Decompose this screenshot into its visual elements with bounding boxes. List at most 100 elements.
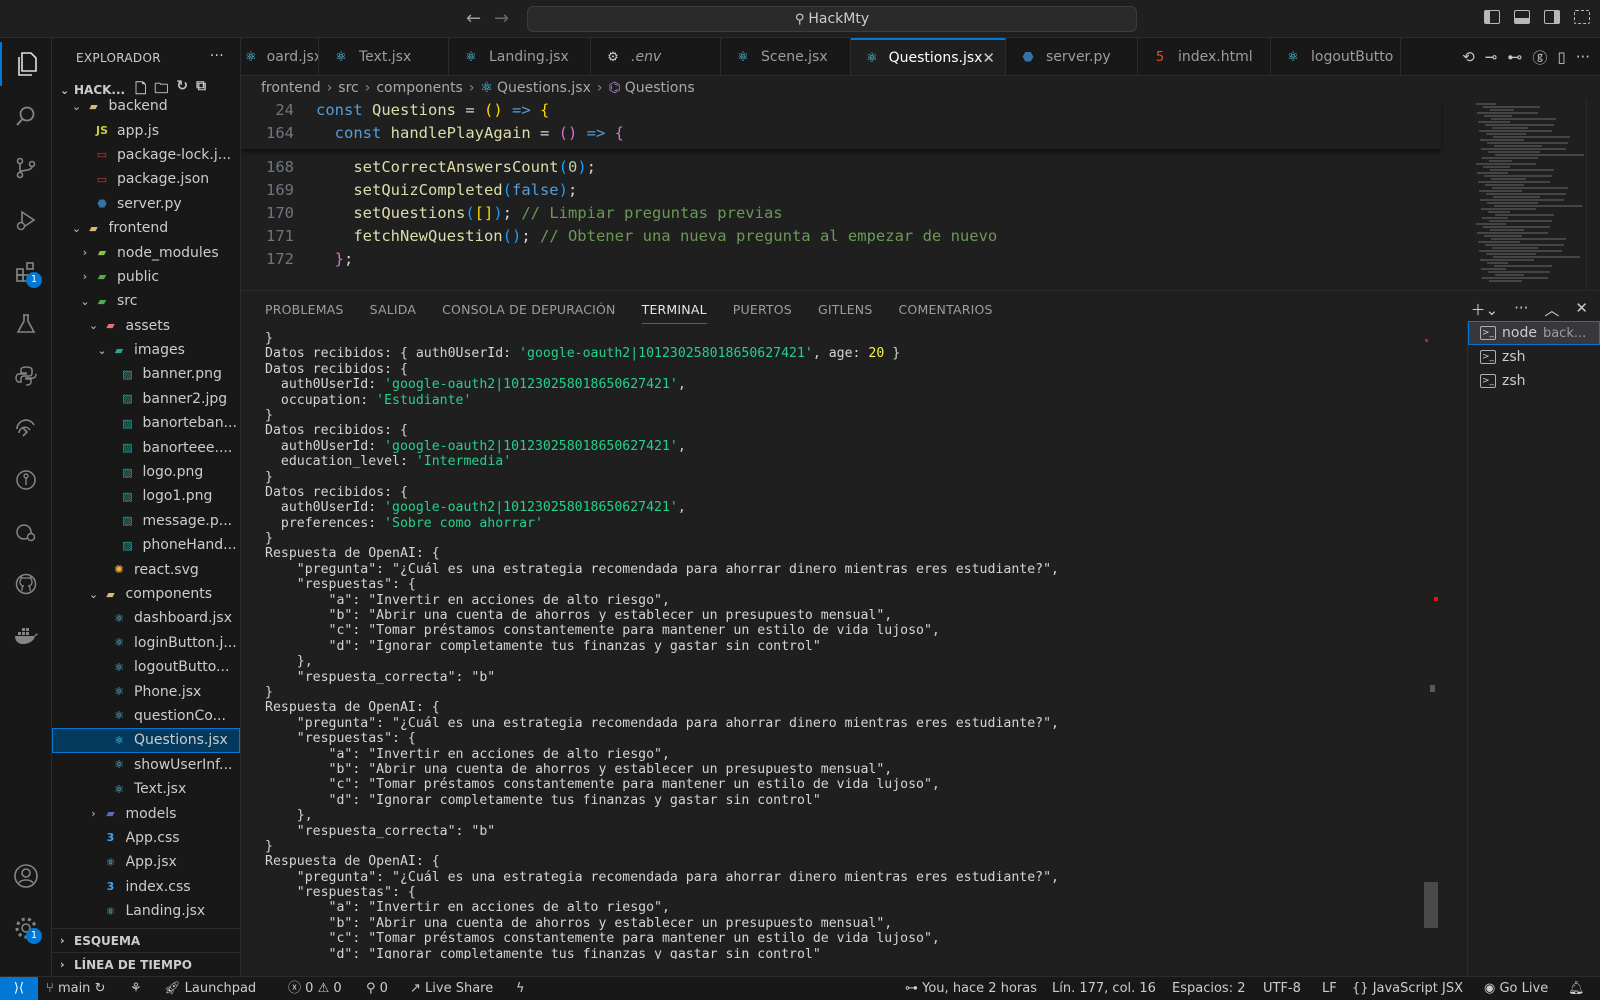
open-changes-icon[interactable]: ⊷ — [1507, 48, 1522, 66]
python-icon[interactable] — [0, 354, 52, 398]
tree-item[interactable]: ⌄ ▰ assets — [52, 314, 240, 338]
go-live-item[interactable]: ◉ Go Live — [1484, 977, 1548, 1000]
compare-icon[interactable]: ⟲ — [1462, 48, 1475, 66]
breadcrumb-item[interactable]: components — [376, 80, 463, 96]
explorer-icon[interactable] — [0, 42, 52, 86]
cursor-position[interactable]: Lín. 177, col. 16 — [1052, 977, 1156, 1000]
tab-5[interactable]: ⚛ Questions.jsx ✕ — [851, 38, 1006, 75]
tree-item[interactable]: ⚛ Text.jsx — [52, 777, 240, 801]
extensions-icon[interactable]: 1 — [0, 250, 52, 294]
new-terminal-plus-icon[interactable]: ＋⌄ — [1471, 299, 1499, 320]
more-actions-icon[interactable]: ··· — [1514, 299, 1528, 320]
toggle-primary-sidebar-icon[interactable] — [1484, 10, 1500, 24]
breadcrumb-item[interactable]: Questions — [625, 80, 695, 96]
account-icon[interactable] — [0, 854, 52, 898]
problems-item[interactable]: ⓧ 0 ⚠ 0 — [288, 977, 342, 1000]
customize-layout-icon[interactable] — [1574, 10, 1590, 24]
encoding[interactable]: UTF-8 — [1263, 977, 1301, 1000]
tree-item[interactable]: › ▰ node_modules — [52, 240, 240, 264]
tree-item[interactable]: ▨ logo1.png — [52, 484, 240, 508]
tree-item[interactable]: ▨ banner.png — [52, 362, 240, 386]
end-of-line[interactable]: LF — [1322, 977, 1337, 1000]
tree-item[interactable]: ✺ react.svg — [52, 557, 240, 581]
tree-item[interactable]: JS app.js — [52, 118, 240, 142]
remote-explorer-icon[interactable] — [0, 406, 52, 450]
back-arrow-icon[interactable]: ← — [466, 8, 481, 29]
branch-item[interactable]: ⑂ main ↻ — [46, 977, 105, 1000]
tree-item[interactable]: ▨ banorteban... — [52, 411, 240, 435]
tab-1[interactable]: ⚛ Text.jsx — [319, 38, 449, 75]
toggle-secondary-sidebar-icon[interactable] — [1544, 10, 1560, 24]
github-icon[interactable] — [0, 562, 52, 606]
tree-item[interactable]: ⌄ ▰ src — [52, 289, 240, 313]
live-share-item[interactable]: ↗ Live Share — [410, 977, 493, 1000]
terminal-scrollbar[interactable] — [1424, 331, 1438, 959]
tree-item[interactable]: ⚛ loginButton.j... — [52, 631, 240, 655]
split-editor-icon[interactable]: ▯ — [1557, 48, 1565, 66]
panel-tab-terminal[interactable]: TERMINAL — [641, 302, 707, 324]
language-mode[interactable]: {} JavaScript JSX — [1352, 977, 1463, 1000]
terminal-instance[interactable]: >_ zsh — [1468, 345, 1600, 369]
tab-8[interactable]: ⚛ logoutButto — [1271, 38, 1401, 75]
docker-icon[interactable] — [0, 614, 52, 658]
tree-item[interactable]: ⌄ ▰ images — [52, 338, 240, 362]
tab-4[interactable]: ⚛ Scene.jsx — [721, 38, 851, 75]
tree-item[interactable]: ▨ banorteee.... — [52, 435, 240, 459]
testing-flask-icon[interactable] — [0, 302, 52, 346]
tree-item[interactable]: ⚛ questionCo... — [52, 704, 240, 728]
tab-3[interactable]: ⚙ .env — [591, 38, 721, 75]
tree-item[interactable]: ⚛ logoutButto... — [52, 655, 240, 679]
forward-arrow-icon[interactable]: → — [494, 8, 509, 29]
gitlens-icon[interactable] — [0, 458, 52, 502]
tree-item[interactable]: ▭ package.json — [52, 167, 240, 191]
terminal-instance[interactable]: >_ node back... — [1468, 321, 1600, 345]
launchpad-item[interactable]: 🚀︎ Launchpad — [164, 977, 256, 1000]
tree-item[interactable]: ⚛ Phone.jsx — [52, 679, 240, 703]
tree-item[interactable]: ⌄ ▰ backend — [52, 94, 240, 118]
tree-item[interactable]: ⌄ ▰ components — [52, 582, 240, 606]
terminal-output[interactable]: } Datos recibidos: { auth0UserId: 'google… — [265, 331, 1415, 959]
close-panel-icon[interactable]: ✕ — [1575, 299, 1588, 320]
ports-item[interactable]: ⚲ 0 — [366, 977, 388, 1000]
panel-tab-problemas[interactable]: PROBLEMAS — [265, 302, 344, 317]
gitlens-graph-icon[interactable]: ⓖ — [1532, 47, 1547, 68]
outline-section[interactable]: › ESQUEMA — [52, 928, 240, 952]
breadcrumb-item[interactable]: Questions.jsx — [497, 80, 591, 96]
tab-2[interactable]: ⚛ Landing.jsx — [449, 38, 591, 75]
tree-item[interactable]: ▭ package-lock.j... — [52, 143, 240, 167]
toggle-panel-icon[interactable] — [1514, 10, 1530, 24]
tree-item[interactable]: ▨ banner2.jpg — [52, 387, 240, 411]
lightning-icon[interactable]: ϟ — [516, 977, 525, 1000]
more-actions-icon[interactable]: ··· — [210, 48, 224, 64]
breadcrumb-item[interactable]: frontend — [261, 80, 321, 96]
tree-item[interactable]: ⬣ server.py — [52, 192, 240, 216]
tree-item[interactable]: ⚛ showUserInf... — [52, 753, 240, 777]
panel-tab-salida[interactable]: SALIDA — [370, 302, 417, 317]
gitlens-inspect-icon[interactable] — [0, 510, 52, 554]
terminal-instance[interactable]: >_ zsh — [1468, 369, 1600, 393]
tree-item[interactable]: ⚛ Landing.jsx — [52, 899, 240, 923]
scroll-thumb[interactable] — [1424, 882, 1438, 928]
blame-item[interactable]: ⊶ You, hace 2 horas — [905, 977, 1037, 1000]
close-icon[interactable]: ✕ — [982, 49, 995, 67]
tab-7[interactable]: 5 index.html — [1138, 38, 1271, 75]
gitlens-status-icon[interactable]: ⚘ — [130, 977, 142, 1000]
tab-6[interactable]: ⬣ server.py — [1006, 38, 1138, 75]
settings-gear-icon[interactable]: 1 — [0, 906, 52, 950]
code-editor[interactable]: 24 const Questions = () => {164 const han… — [241, 99, 1600, 289]
tree-item[interactable]: ⌄ ▰ frontend — [52, 216, 240, 240]
tree-item[interactable]: ▨ phoneHand... — [52, 533, 240, 557]
tree-item[interactable]: ▨ message.p... — [52, 509, 240, 533]
timeline-section[interactable]: › LÍNEA DE TIEMPO — [52, 952, 240, 976]
remote-indicator-icon[interactable]: ⟩⟨ — [0, 977, 38, 1000]
breadcrumb-item[interactable]: src — [338, 80, 358, 96]
tree-item[interactable]: ⚛ Questions.jsx — [52, 728, 240, 753]
minimap[interactable] — [1466, 99, 1586, 289]
git-commit-icon[interactable]: ⊸ — [1485, 48, 1498, 66]
tab-0[interactable]: ⚛ oard.jsx — [241, 38, 319, 75]
tree-item[interactable]: › ▰ public — [52, 265, 240, 289]
source-control-icon[interactable] — [0, 146, 52, 190]
tree-item[interactable]: 3 index.css — [52, 875, 240, 899]
panel-tab-puertos[interactable]: PUERTOS — [733, 302, 792, 317]
run-debug-icon[interactable] — [0, 198, 52, 242]
